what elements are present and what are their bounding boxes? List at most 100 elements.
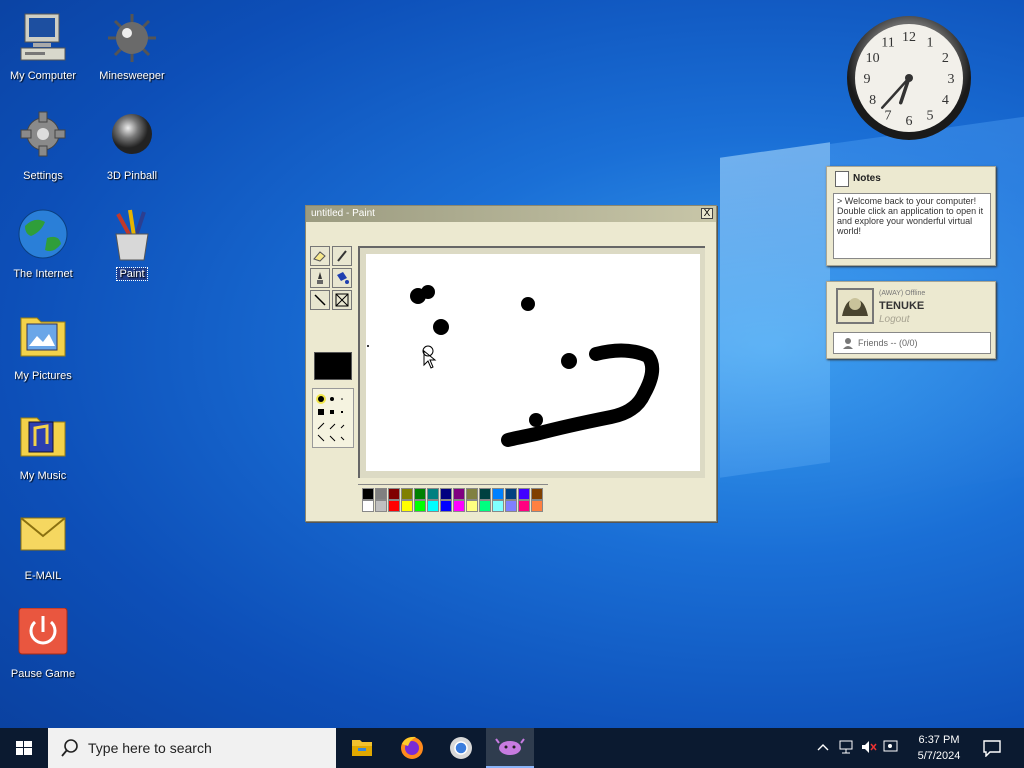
system-tray: [812, 728, 902, 768]
friends-list[interactable]: Friends -- (0/0): [833, 332, 991, 354]
notifications-icon[interactable]: [982, 739, 1002, 762]
palette-swatch[interactable]: [505, 488, 517, 500]
notes-header: Notes: [827, 167, 995, 189]
logout-link[interactable]: Logout: [879, 314, 910, 325]
desktop-icon-my-music[interactable]: My Music: [0, 410, 88, 484]
notes-widget[interactable]: Notes > Welcome back to your computer! D…: [826, 166, 996, 266]
palette-swatch[interactable]: [466, 500, 478, 512]
friends-count: Friends -- (0/0): [858, 338, 918, 348]
desktop-icon-label: 3D Pinball: [106, 170, 158, 182]
palette-swatch[interactable]: [453, 500, 465, 512]
pencil-icon: [337, 250, 347, 262]
palette-swatch[interactable]: [427, 488, 439, 500]
palette-swatch[interactable]: [531, 500, 543, 512]
clock-widget[interactable]: 12 1 2 3 4 5 6 7 8 9 10 11: [845, 14, 973, 142]
palette-swatch[interactable]: [427, 500, 439, 512]
desktop-icon-the-internet[interactable]: The Internet: [0, 208, 88, 282]
desktop-icon-label: My Music: [19, 470, 67, 482]
canvas-drawing: [367, 285, 660, 447]
desktop-icon-email[interactable]: E-MAIL: [0, 510, 88, 584]
music-folder-icon: [15, 410, 71, 466]
envelope-icon: [15, 510, 71, 566]
palette-swatch[interactable]: [401, 488, 413, 500]
chevron-up-icon[interactable]: [816, 740, 830, 757]
desktop-icon-paint[interactable]: Paint: [87, 208, 177, 282]
palette-swatch[interactable]: [492, 500, 504, 512]
palette-swatch[interactable]: [362, 488, 374, 500]
palette-swatch[interactable]: [440, 500, 452, 512]
desktop-icon-label: Minesweeper: [99, 70, 165, 82]
palette-swatch[interactable]: [414, 488, 426, 500]
palette-swatch[interactable]: [388, 488, 400, 500]
notepad-icon: [835, 171, 849, 187]
close-button[interactable]: X: [701, 208, 713, 219]
desktop-icon-my-pictures[interactable]: My Pictures: [0, 310, 88, 384]
desktop-icon-pause-game[interactable]: Pause Game: [0, 607, 88, 682]
taskbar-chrome[interactable]: [437, 728, 485, 768]
palette-swatch[interactable]: [414, 500, 426, 512]
desktop-icon-3d-pinball[interactable]: 3D Pinball: [87, 110, 177, 184]
palette-swatch[interactable]: [375, 500, 387, 512]
messenger-widget[interactable]: (AWAY) Offline TENUKE Logout Friends -- …: [826, 281, 996, 359]
network-icon[interactable]: [838, 739, 856, 758]
folder-icon: [352, 740, 372, 756]
paint-title: untitled - Paint: [311, 208, 375, 219]
clock-number: 8: [869, 93, 876, 108]
search-box[interactable]: Type here to search: [48, 728, 336, 768]
clear-tool[interactable]: [332, 290, 352, 310]
palette-swatch[interactable]: [375, 488, 387, 500]
brush-tool[interactable]: [310, 268, 330, 288]
desktop-icon-settings[interactable]: Settings: [0, 110, 88, 184]
palette-swatch[interactable]: [505, 500, 517, 512]
windows-logo-icon: [16, 741, 32, 755]
person-icon: [842, 337, 854, 351]
palette-swatch[interactable]: [531, 488, 543, 500]
palette-swatch[interactable]: [362, 500, 374, 512]
globe-icon: [15, 208, 71, 264]
computer-icon: [15, 10, 71, 66]
palette-swatch[interactable]: [518, 500, 530, 512]
taskbar-firefox[interactable]: [388, 728, 436, 768]
paint-toolbox: [310, 246, 356, 448]
clock-number: 6: [906, 114, 913, 129]
palette-swatch[interactable]: [518, 488, 530, 500]
palette-swatch[interactable]: [479, 488, 491, 500]
paint-can-icon: [337, 272, 349, 284]
drawing-canvas[interactable]: [366, 254, 700, 471]
volume-muted-icon[interactable]: [860, 739, 878, 758]
palette-swatch[interactable]: [479, 500, 491, 512]
brush-size-selector[interactable]: [312, 388, 354, 448]
palette-swatch[interactable]: [388, 500, 400, 512]
desktop-icon-minesweeper[interactable]: Minesweeper: [87, 10, 177, 84]
clock-number: 11: [881, 36, 894, 51]
desktop-icon-label: The Internet: [13, 268, 73, 280]
firefox-icon: [401, 736, 423, 759]
palette-swatch[interactable]: [453, 488, 465, 500]
chrome-icon: [450, 737, 472, 759]
clock-number: 9: [864, 72, 871, 87]
clock-datetime[interactable]: 6:37 PM 5/7/2024: [905, 732, 973, 764]
palette-swatch[interactable]: [440, 488, 452, 500]
fill-tool[interactable]: [332, 268, 352, 288]
paint-bucket-icon: [104, 208, 160, 264]
taskbar-game[interactable]: [486, 728, 534, 768]
desktop-icon-my-computer[interactable]: My Computer: [0, 10, 88, 84]
palette-swatch[interactable]: [492, 488, 504, 500]
palette-swatch[interactable]: [466, 488, 478, 500]
notes-textarea[interactable]: > Welcome back to your computer! Double …: [833, 193, 991, 259]
display-icon[interactable]: [882, 739, 900, 758]
desktop-icon-label: My Computer: [9, 70, 77, 82]
clear-icon: [335, 293, 349, 307]
paint-title-bar[interactable]: untitled - Paint X: [306, 206, 716, 222]
start-button[interactable]: [0, 728, 48, 768]
tray-date: 5/7/2024: [917, 750, 961, 762]
paint-window[interactable]: untitled - Paint X: [305, 205, 717, 522]
clock-number: 1: [927, 36, 934, 51]
taskbar-file-explorer[interactable]: [338, 728, 386, 768]
line-tool[interactable]: [310, 290, 330, 310]
palette-swatch[interactable]: [401, 500, 413, 512]
eraser-tool[interactable]: [310, 246, 330, 266]
taskbar: Type here to search 6:37 PM 5/7/2024: [0, 728, 1024, 768]
desktop-icon-label: E-MAIL: [24, 570, 62, 582]
pencil-tool[interactable]: [332, 246, 352, 266]
